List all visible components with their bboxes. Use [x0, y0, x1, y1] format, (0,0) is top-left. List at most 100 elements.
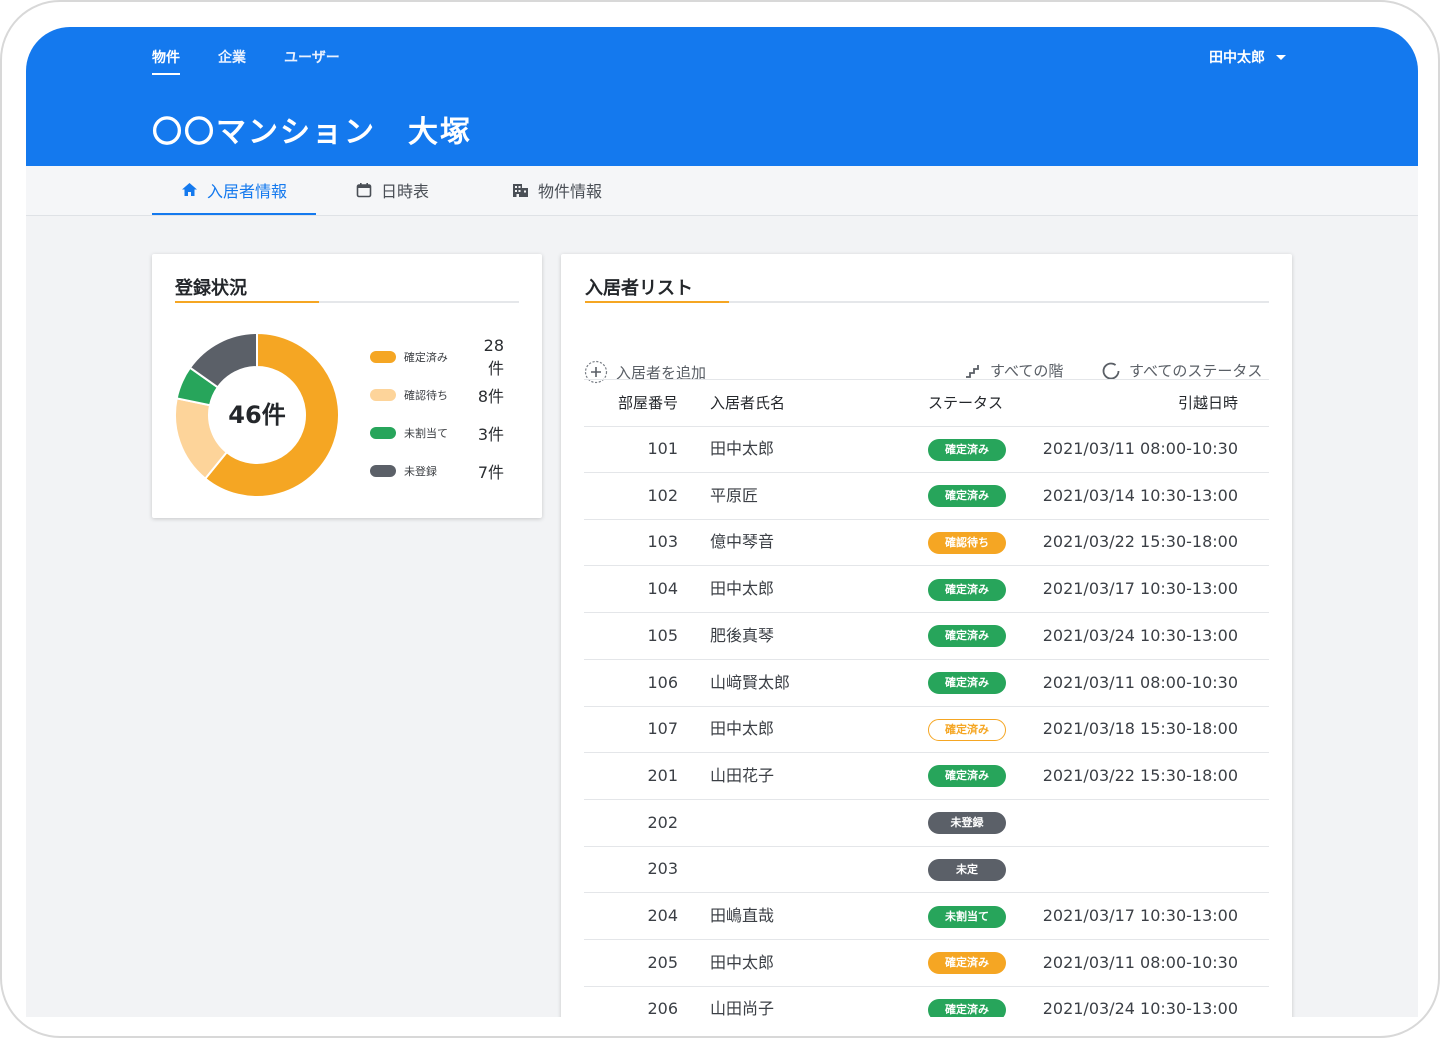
table-row[interactable]: 105 肥後真琴 確定済み 2021/03/24 10:30-13:00: [584, 613, 1269, 660]
stairs-icon: [966, 364, 979, 378]
resident-name: 肥後真琴: [710, 625, 775, 645]
legend-label: 未割当て: [404, 427, 448, 440]
room-number: 206: [647, 999, 678, 1017]
status-badge: 未登録: [928, 812, 1006, 835]
room-number: 202: [647, 812, 678, 832]
move-date: 2021/03/24 10:30-13:00: [1042, 999, 1238, 1017]
tab-schedule-label: 日時表: [381, 182, 430, 201]
status-cell: 確定済み: [928, 660, 1006, 706]
status-cell: 確定済み: [928, 566, 1006, 612]
title-divider: [585, 301, 1269, 303]
legend-swatch: [370, 389, 396, 401]
status-badge: 確定済み: [928, 952, 1006, 975]
table-row[interactable]: 204 田嶋直哉 未割当て 2021/03/17 10:30-13:00: [584, 893, 1269, 940]
legend-swatch: [370, 351, 396, 363]
room-number: 107: [647, 719, 678, 739]
status-filter[interactable]: すべてのステータス: [1101, 360, 1262, 381]
legend-swatch: [370, 427, 396, 439]
chevron-down-icon: [1276, 54, 1286, 60]
status-cell: 確定済み: [928, 940, 1006, 986]
resident-name: 平原匠: [710, 485, 759, 505]
tab-schedule[interactable]: 日時表: [356, 166, 429, 214]
room-number: 205: [647, 952, 678, 972]
legend-count: 8件: [477, 387, 504, 406]
status-badge: 確定済み: [928, 625, 1006, 648]
resident-name: 億中琴音: [710, 532, 775, 552]
status-badge: 確定済み: [928, 438, 1006, 461]
progress-circle-icon: [1102, 362, 1120, 379]
column-header-room: 部屋番号: [617, 394, 678, 412]
status-badge: 確定済み: [928, 485, 1006, 508]
move-date: 2021/03/14 10:30-13:00: [1042, 485, 1238, 505]
top-nav: 物件 企業 ユーザー: [152, 47, 378, 75]
status-cell: 確定済み: [928, 753, 1006, 799]
tab-residents-label: 入居者情報: [206, 181, 287, 201]
building-icon: [513, 184, 528, 197]
table-row[interactable]: 102 平原匠 確定済み 2021/03/14 10:30-13:00: [584, 473, 1269, 520]
status-badge: 確定済み: [928, 578, 1006, 601]
table-row[interactable]: 107 田中太郎 確定済み 2021/03/18 15:30-18:00: [584, 706, 1269, 754]
move-date: 2021/03/18 15:30-18:00: [1042, 719, 1238, 739]
table-row[interactable]: 101 田中太郎 確定済み 2021/03/11 08:00-10:30: [584, 426, 1269, 473]
legend-item: 確認待ち 8件: [370, 385, 504, 406]
tab-residents[interactable]: 入居者情報: [152, 166, 316, 215]
home-icon: [181, 183, 197, 196]
table-row[interactable]: 206 山田尚子 確定済み 2021/03/24 10:30-13:00: [584, 986, 1269, 1017]
tab-property-info-label: 物件情報: [538, 182, 603, 201]
status-badge: 未割当て: [928, 905, 1006, 928]
legend-item: 未割当て 3件: [370, 423, 504, 444]
resident-list-title: 入居者リスト: [585, 278, 693, 299]
device-frame: 物件 企業 ユーザー 田中太郎 〇〇マンション 大塚 入居者情報 日時表 物件情…: [0, 0, 1440, 1038]
status-badge: 確定済み: [928, 765, 1006, 788]
status-cell: 確定済み: [928, 986, 1006, 1017]
floor-filter[interactable]: すべての階: [964, 360, 1063, 381]
move-date: 2021/03/22 15:30-18:00: [1042, 532, 1238, 552]
column-header-status: ステータス: [928, 394, 1004, 412]
move-date: 2021/03/11 08:00-10:30: [1042, 952, 1238, 972]
title-divider: [175, 301, 519, 303]
move-date: 2021/03/17 10:30-13:00: [1042, 906, 1238, 925]
status-badge: 確定済み: [928, 718, 1006, 741]
move-date: 2021/03/17 10:30-13:00: [1042, 579, 1238, 599]
resident-name: 田中太郎: [710, 952, 775, 972]
table-row[interactable]: 203 未定: [584, 846, 1269, 894]
legend-label: 確定済み: [403, 351, 448, 364]
column-header-name: 入居者氏名: [710, 394, 786, 412]
nav-item-users[interactable]: ユーザー: [284, 47, 340, 75]
column-header-move-date: 引越日時: [1177, 394, 1238, 412]
table-row[interactable]: 103 億中琴音 確認待ち 2021/03/22 15:30-18:00: [584, 519, 1269, 567]
move-date: 2021/03/11 08:00-10:30: [1042, 439, 1238, 458]
legend-item: 確定済み 28件: [370, 336, 504, 378]
table-row[interactable]: 202 未登録: [584, 800, 1269, 847]
resident-table-header: 部屋番号 入居者氏名 ステータス 引越日時: [584, 379, 1269, 427]
room-number: 204: [647, 906, 678, 925]
resident-name: 山田花子: [710, 765, 775, 785]
status-cell: 未割当て: [928, 893, 1006, 939]
registration-status-title: 登録状況: [175, 278, 247, 299]
room-number: 104: [647, 579, 678, 599]
table-row[interactable]: 106 山﨑賢太郎 確定済み 2021/03/11 08:00-10:30: [584, 660, 1269, 707]
status-cell: 確定済み: [928, 426, 1006, 472]
legend-label: 確認待ち: [404, 389, 448, 402]
resident-name: 田中太郎: [710, 439, 775, 458]
room-number: 101: [647, 439, 678, 458]
status-cell: 確定済み: [928, 613, 1006, 659]
page-title: 〇〇マンション 大塚: [152, 115, 472, 150]
status-cell: 確認待ち: [928, 519, 1006, 565]
move-date: 2021/03/22 15:30-18:00: [1042, 765, 1238, 785]
table-row[interactable]: 104 田中太郎 確定済み 2021/03/17 10:30-13:00: [584, 566, 1269, 614]
nav-item-properties[interactable]: 物件: [152, 47, 180, 75]
move-date: 2021/03/11 08:00-10:30: [1042, 672, 1238, 692]
room-number: 105: [647, 625, 678, 645]
legend-count: 7件: [477, 463, 504, 482]
status-cell: 確定済み: [928, 706, 1006, 752]
resident-name: 田中太郎: [710, 719, 775, 739]
resident-name: 山﨑賢太郎: [710, 672, 791, 692]
status-badge: 確認待ち: [928, 531, 1006, 554]
tab-property-info[interactable]: 物件情報: [512, 166, 602, 214]
table-row[interactable]: 205 田中太郎 確定済み 2021/03/11 08:00-10:30: [584, 940, 1269, 987]
user-menu[interactable]: 田中太郎: [1209, 47, 1286, 67]
table-row[interactable]: 201 山田花子 確定済み 2021/03/22 15:30-18:00: [584, 753, 1269, 800]
nav-item-companies[interactable]: 企業: [218, 47, 246, 75]
user-name: 田中太郎: [1209, 50, 1265, 66]
